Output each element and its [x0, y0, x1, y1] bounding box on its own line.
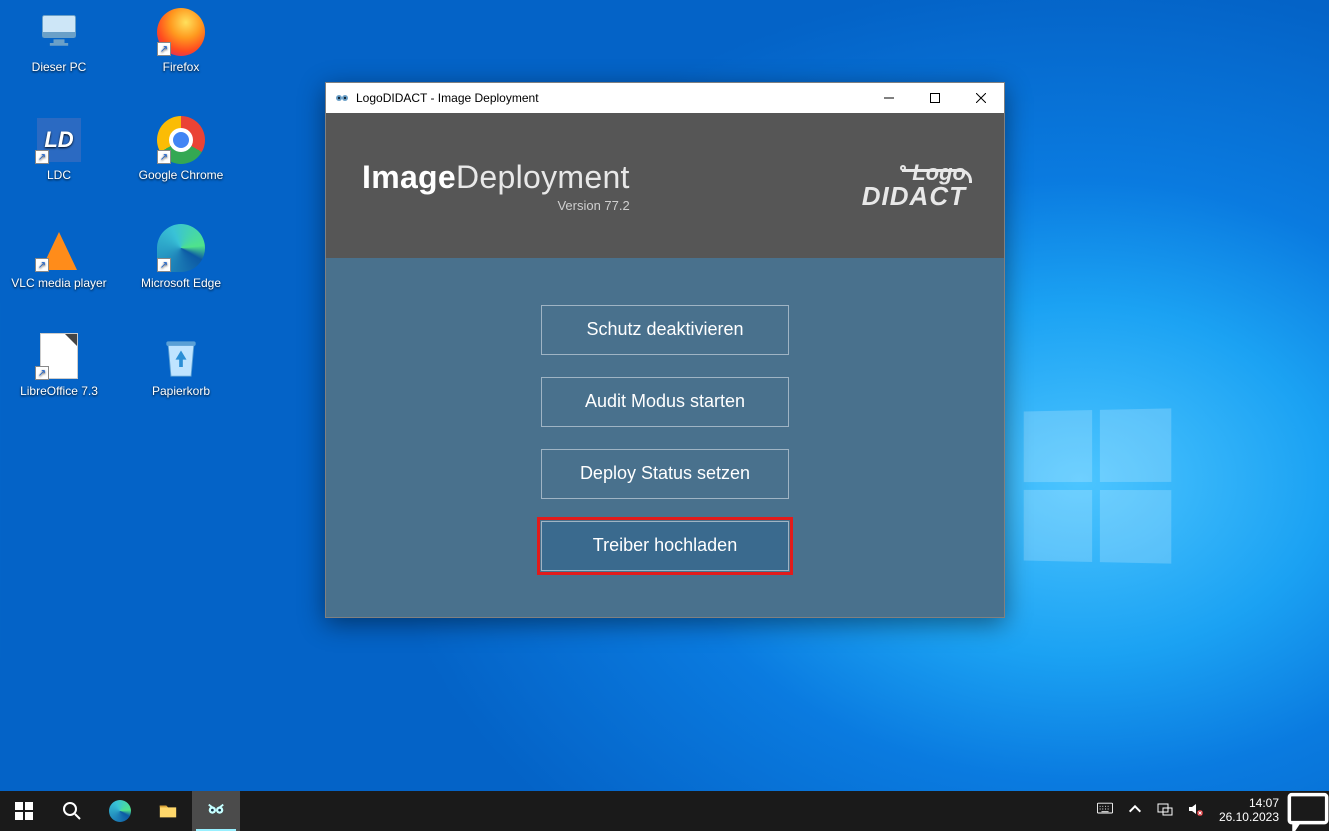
clock-date: 26.10.2023 [1219, 811, 1279, 825]
desktop-icon-firefox[interactable]: ↗ Firefox [126, 8, 236, 74]
recycle-bin-icon [157, 332, 205, 380]
desktop-icon-vlc[interactable]: ↗ VLC media player [4, 224, 114, 290]
app-window: LogoDIDACT - Image Deployment ImageDeplo… [325, 82, 1005, 618]
system-tray [1089, 791, 1211, 831]
icon-label: VLC media player [11, 276, 106, 290]
shortcut-arrow-icon: ↗ [157, 258, 171, 272]
taskbar-clock[interactable]: 14:07 26.10.2023 [1211, 791, 1287, 831]
pc-icon [35, 8, 83, 56]
start-audit-mode-button[interactable]: Audit Modus starten [541, 377, 789, 427]
icon-label: Firefox [163, 60, 200, 74]
start-button[interactable] [0, 791, 48, 831]
icon-label: Dieser PC [32, 60, 87, 74]
taskbar: 14:07 26.10.2023 [0, 791, 1329, 831]
set-deploy-status-button[interactable]: Deploy Status setzen [541, 449, 789, 499]
icon-label: Google Chrome [139, 168, 224, 182]
app-header: ImageDeployment Version 77.2 Logo DIDACT [326, 113, 1004, 258]
taskbar-file-explorer[interactable] [144, 791, 192, 831]
shortcut-arrow-icon: ↗ [35, 366, 49, 380]
search-button[interactable] [48, 791, 96, 831]
brand-right: Logo DIDACT [862, 163, 968, 209]
icon-label: Microsoft Edge [141, 276, 221, 290]
clock-time: 14:07 [1219, 797, 1279, 811]
desktop-icon-edge[interactable]: ↗ Microsoft Edge [126, 224, 236, 290]
libreoffice-icon: ↗ [35, 332, 83, 380]
window-title: LogoDIDACT - Image Deployment [356, 91, 539, 105]
keyboard-icon[interactable] [1097, 801, 1113, 822]
notifications-button[interactable] [1287, 791, 1329, 831]
desktop-icon-recycle-bin[interactable]: Papierkorb [126, 332, 236, 398]
icon-label: LDC [47, 168, 71, 182]
desktop-icon-this-pc[interactable]: Dieser PC [4, 8, 114, 74]
version-label: Version 77.2 [362, 198, 630, 213]
brand-bold: Image [362, 159, 456, 195]
volume-muted-icon[interactable] [1187, 801, 1203, 822]
owl-icon [206, 801, 226, 821]
maximize-button[interactable] [912, 83, 958, 113]
shortcut-arrow-icon: ↗ [157, 150, 171, 164]
disable-protection-button[interactable]: Schutz deaktivieren [541, 305, 789, 355]
icon-label: Papierkorb [152, 384, 210, 398]
titlebar[interactable]: LogoDIDACT - Image Deployment [326, 83, 1004, 113]
chrome-icon: ↗ [157, 116, 205, 164]
vlc-icon: ↗ [35, 224, 83, 272]
brand-left: ImageDeployment Version 77.2 [362, 159, 630, 213]
icon-label: LibreOffice 7.3 [20, 384, 98, 398]
desktop-icon-libreoffice[interactable]: ↗ LibreOffice 7.3 [4, 332, 114, 398]
desktop-icon-ldc[interactable]: LD ↗ LDC [4, 116, 114, 182]
edge-icon: ↗ [157, 224, 205, 272]
shortcut-arrow-icon: ↗ [157, 42, 171, 56]
taskbar-edge[interactable] [96, 791, 144, 831]
close-button[interactable] [958, 83, 1004, 113]
desktop-icon-chrome[interactable]: ↗ Google Chrome [126, 116, 236, 182]
minimize-button[interactable] [866, 83, 912, 113]
brand-rest: Deployment [456, 159, 630, 195]
upload-drivers-button[interactable]: Treiber hochladen [541, 521, 789, 571]
shortcut-arrow-icon: ↗ [35, 258, 49, 272]
file-explorer-icon [158, 801, 178, 821]
tray-chevron-up-icon[interactable] [1127, 801, 1143, 822]
shortcut-arrow-icon: ↗ [35, 150, 49, 164]
app-body: Schutz deaktivieren Audit Modus starten … [326, 258, 1004, 617]
ldc-icon: LD ↗ [35, 116, 83, 164]
network-icon[interactable] [1157, 801, 1173, 822]
firefox-icon: ↗ [157, 8, 205, 56]
brand-r-line2: DIDACT [862, 184, 966, 209]
taskbar-logodidact[interactable] [192, 791, 240, 831]
app-icon [334, 90, 350, 106]
edge-icon [109, 800, 131, 822]
